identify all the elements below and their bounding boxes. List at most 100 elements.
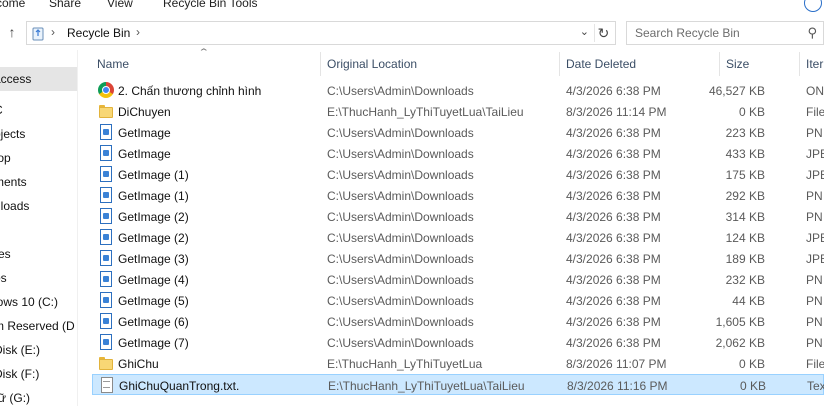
column-header-date-deleted[interactable]: Date Deleted (566, 57, 636, 77)
file-original-location: E:\ThucHanh_LyThiTuyetLua\TaiLieu (328, 379, 525, 393)
recycle-bin-icon (32, 27, 44, 41)
file-date-deleted: 4/3/2026 6:38 PM (566, 84, 661, 98)
file-date-deleted: 4/3/2026 6:38 PM (566, 189, 661, 203)
file-row[interactable]: GetImage (5) C:\Users\Admin\Downloads 4/3/… (92, 290, 824, 311)
ribbon-tab-home[interactable]: come (0, 0, 25, 10)
ribbon-tab-view[interactable]: View (107, 0, 133, 10)
search-input[interactable] (627, 22, 799, 44)
file-list: 2. Chấn thương chỉnh hình C:\Users\Admin\… (80, 80, 824, 406)
file-row[interactable]: GhiChuQuanTrong.txt. E:\ThucHanh_LyThiTuy… (92, 374, 824, 395)
nav-item-drive-c[interactable]: lows 10 (C:) (0, 290, 77, 314)
breadcrumb-chevron-icon[interactable]: › (51, 25, 55, 39)
nav-item-3d-objects[interactable]: bjects (0, 122, 77, 146)
file-row[interactable]: GetImage (1) C:\Users\Admin\Downloads 4/3/… (92, 185, 824, 206)
column-header-row: ⌃ Name Original Location Date Deleted Si… (80, 47, 824, 77)
nav-item-videos[interactable]: os (0, 266, 77, 290)
text-file-icon (99, 377, 115, 393)
file-name: GetImage (7) (118, 336, 189, 350)
nav-item-downloads[interactable]: nloads (0, 194, 77, 218)
file-row[interactable]: GetImage (2) C:\Users\Admin\Downloads 4/3/… (92, 206, 824, 227)
nav-item-label: m Reserved (D (0, 319, 75, 333)
file-size: 46,527 KB (708, 84, 765, 98)
file-row[interactable]: GhiChu E:\ThucHanh_LyThiTuyetLua 8/3/2026 … (92, 353, 824, 374)
file-date-deleted: 4/3/2026 6:38 PM (566, 231, 661, 245)
file-date-deleted: 4/3/2026 6:38 PM (566, 252, 661, 266)
file-size: 0 KB (738, 357, 765, 371)
address-bar[interactable]: › Recycle Bin › ⌄ ↻ (26, 21, 616, 45)
file-row[interactable]: GetImage (2) C:\Users\Admin\Downloads 4/3/… (92, 227, 824, 248)
file-row[interactable]: GetImage (3) C:\Users\Admin\Downloads 4/3/… (92, 248, 824, 269)
image-file-icon (98, 229, 114, 245)
sort-indicator-icon: ⌃ (197, 47, 210, 57)
column-header-original-location[interactable]: Original Location (327, 57, 417, 77)
file-name: GetImage (4) (118, 273, 189, 287)
nav-item-desktop[interactable]: top (0, 146, 77, 170)
file-row[interactable]: GetImage C:\Users\Admin\Downloads 4/3/2026… (92, 143, 824, 164)
file-row[interactable]: GetImage (7) C:\Users\Admin\Downloads 4/3/… (92, 332, 824, 353)
nav-item-label: top (0, 151, 11, 165)
column-header-item-type[interactable]: Iter (806, 57, 823, 77)
file-original-location: C:\Users\Admin\Downloads (327, 231, 474, 245)
image-file-icon (98, 208, 114, 224)
nav-item-quick-access[interactable]: access (0, 67, 77, 91)
nav-item-music[interactable]: c (0, 218, 77, 242)
nav-item-documents[interactable]: ments (0, 170, 77, 194)
file-name: GetImage (118, 126, 171, 140)
file-type: JPE (806, 231, 824, 245)
file-row[interactable]: DiChuyen E:\ThucHanh_LyThiTuyetLua\TaiLie… (92, 101, 824, 122)
ribbon-tab-share[interactable]: Share (49, 0, 81, 10)
file-type: ON (806, 84, 824, 98)
column-header-size[interactable]: Size (726, 57, 749, 77)
nav-item-drive-g[interactable]: rữ (G:) (0, 386, 77, 406)
expand-ribbon-icon[interactable] (804, 0, 822, 12)
file-original-location: C:\Users\Admin\Downloads (327, 336, 474, 350)
nav-item-label: os (0, 271, 7, 285)
file-original-location: C:\Users\Admin\Downloads (327, 294, 474, 308)
column-divider[interactable] (719, 52, 720, 76)
file-row[interactable]: GetImage (1) C:\Users\Admin\Downloads 4/3/… (92, 164, 824, 185)
file-row[interactable]: GetImage (4) C:\Users\Admin\Downloads 4/3/… (92, 269, 824, 290)
nav-item-label: Disk (F:) (0, 367, 40, 381)
column-header-name[interactable]: Name (97, 57, 129, 77)
file-original-location: C:\Users\Admin\Downloads (327, 273, 474, 287)
nav-item-drive-e[interactable]: Disk (E:) (0, 338, 77, 362)
column-divider[interactable] (559, 52, 560, 76)
file-name: GetImage (1) (118, 189, 189, 203)
nav-item-pictures[interactable]: res (0, 242, 77, 266)
file-type: Tex (807, 379, 824, 393)
breadcrumb[interactable]: Recycle Bin (67, 26, 130, 40)
up-arrow-icon[interactable]: ↑ (4, 24, 20, 40)
file-type: PN (806, 294, 823, 308)
file-type: PN (806, 315, 823, 329)
file-row[interactable]: GetImage (6) C:\Users\Admin\Downloads 4/3/… (92, 311, 824, 332)
file-date-deleted: 8/3/2026 11:07 PM (566, 357, 667, 371)
file-original-location: C:\Users\Admin\Downloads (327, 210, 474, 224)
nav-item-drive-f[interactable]: Disk (F:) (0, 362, 77, 386)
column-divider[interactable] (320, 52, 321, 76)
folder-icon (98, 355, 114, 371)
nav-item-label: ments (0, 175, 27, 189)
file-row[interactable]: GetImage C:\Users\Admin\Downloads 4/3/2026… (92, 122, 824, 143)
nav-item-this-pc[interactable]: C (0, 98, 77, 122)
chevron-down-icon[interactable]: ⌄ (580, 25, 589, 38)
file-name: GetImage (5) (118, 294, 189, 308)
refresh-icon[interactable]: ↻ (594, 24, 612, 42)
file-size: 175 KB (725, 168, 765, 182)
file-row[interactable]: 2. Chấn thương chỉnh hình C:\Users\Admin\… (92, 80, 824, 101)
search-icon[interactable]: ⚲ (807, 25, 817, 41)
nav-item-drive-d[interactable]: m Reserved (D (0, 314, 77, 338)
file-type: File (806, 357, 824, 371)
image-file-icon (98, 187, 114, 203)
file-type: PN (806, 126, 823, 140)
ribbon-tab-strip: come Share View Recycle Bin Tools (0, 0, 824, 12)
chrome-icon (98, 82, 114, 98)
nav-item-label: res (0, 247, 11, 261)
column-divider[interactable] (799, 52, 800, 76)
search-box[interactable]: ⚲ (626, 21, 824, 45)
file-name: GetImage (2) (118, 231, 189, 245)
breadcrumb-chevron-icon[interactable]: › (136, 25, 140, 39)
ribbon-tab-recycle-bin-tools[interactable]: Recycle Bin Tools (163, 0, 258, 10)
nav-item-label: C (0, 98, 3, 122)
file-original-location: C:\Users\Admin\Downloads (327, 84, 474, 98)
file-date-deleted: 4/3/2026 6:38 PM (566, 294, 661, 308)
